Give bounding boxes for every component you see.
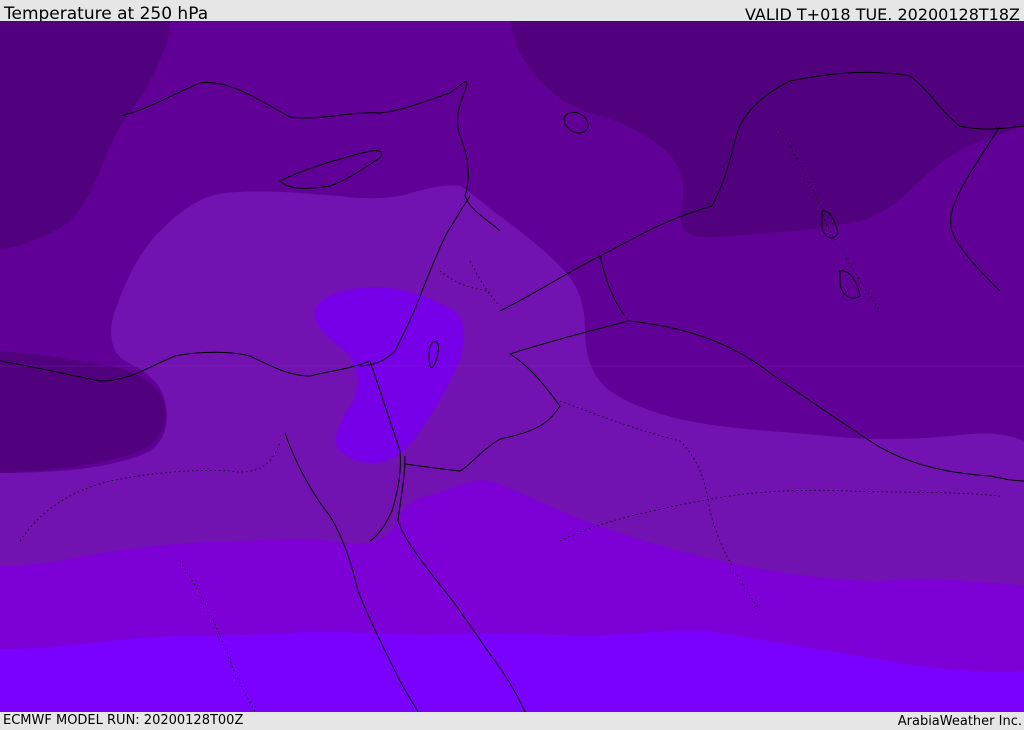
brand-credit: ArabiaWeather Inc.: [897, 714, 1022, 729]
model-run: ECMWF MODEL RUN: 20200128T00Z: [3, 713, 244, 728]
temperature-map[interactable]: [0, 21, 1024, 712]
map-canvas: [0, 21, 1024, 712]
